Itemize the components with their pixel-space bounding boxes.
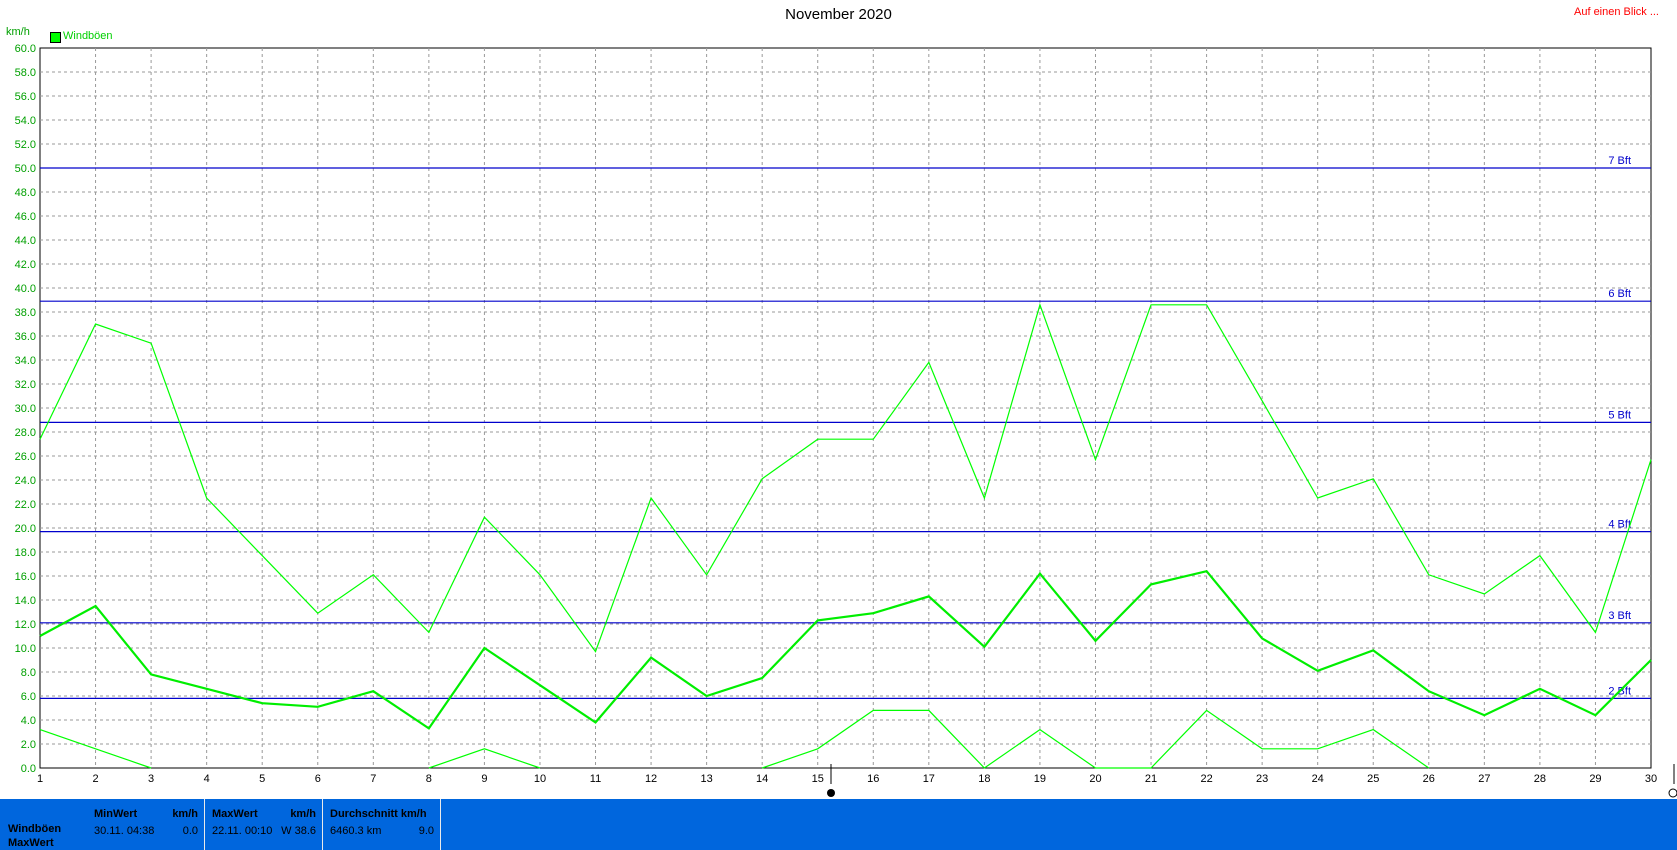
y-tick-label: 8.0 <box>21 667 36 679</box>
x-tick-label: 4 <box>204 773 210 785</box>
x-tick-label: 3 <box>148 773 154 785</box>
y-tick-label: 0.0 <box>21 763 36 775</box>
x-tick-label: 24 <box>1312 773 1324 785</box>
x-tick-label: 11 <box>590 773 601 785</box>
right-edge-marker-knob[interactable] <box>1668 788 1677 798</box>
y-tick-label: 50.0 <box>15 163 36 175</box>
y-tick-label: 10.0 <box>15 643 36 655</box>
x-tick-label: 1 <box>37 773 43 785</box>
x-tick-label: 23 <box>1256 773 1268 785</box>
min-value-cell: MinWert km/h 30.11. 04:38 0.0 <box>88 799 205 850</box>
y-tick-label: 38.0 <box>15 307 36 319</box>
x-tick-label: 8 <box>426 773 432 785</box>
y-tick-label: 26.0 <box>15 451 36 463</box>
x-tick-label: 9 <box>481 773 487 785</box>
y-tick-label: 2.0 <box>21 739 36 751</box>
max-value-cell: MaxWert km/h 22.11. 00:10 W 38.6 <box>206 799 323 850</box>
x-tick-label: 18 <box>978 773 990 785</box>
y-tick-label: 28.0 <box>15 427 36 439</box>
x-tick-label: 26 <box>1423 773 1435 785</box>
y-tick-label: 24.0 <box>15 475 36 487</box>
beaufort-label: 4 Bft <box>1608 519 1631 531</box>
y-tick-label: 44.0 <box>15 235 36 247</box>
y-tick-label: 42.0 <box>15 259 36 271</box>
y-tick-label: 14.0 <box>15 595 36 607</box>
avg-value-cell: Durchschnitt km/h 6460.3 km 9.0 <box>324 799 441 850</box>
y-tick-label: 18.0 <box>15 547 36 559</box>
chart-title: November 2020 <box>785 6 892 23</box>
max-unit: km/h <box>290 808 316 820</box>
y-tick-label: 32.0 <box>15 379 36 391</box>
y-tick-label: 48.0 <box>15 187 36 199</box>
max-time: 22.11. 00:10 <box>212 825 273 837</box>
y-tick-label: 46.0 <box>15 211 36 223</box>
avg-value: 9.0 <box>418 825 434 837</box>
y-tick-label: 54.0 <box>15 115 36 127</box>
x-tick-label: 19 <box>1034 773 1046 785</box>
x-tick-label: 27 <box>1478 773 1490 785</box>
legend-swatch <box>50 32 61 43</box>
avg-header: Durchschnitt km/h <box>330 808 427 820</box>
row-label-maxwert: MaxWert <box>8 837 54 849</box>
y-tick-label: 58.0 <box>15 67 36 79</box>
x-tick-label: 22 <box>1200 773 1212 785</box>
beaufort-label: 3 Bft <box>1608 610 1631 622</box>
y-tick-label: 4.0 <box>21 715 36 727</box>
x-tick-label: 5 <box>259 773 265 785</box>
min-time: 30.11. 04:38 <box>94 825 155 837</box>
x-tick-label: 16 <box>867 773 879 785</box>
y-tick-label: 36.0 <box>15 331 36 343</box>
y-tick-label: 12.0 <box>15 619 36 631</box>
max-header: MaxWert <box>212 808 258 820</box>
scroll-marker-knob[interactable] <box>827 789 835 797</box>
x-tick-label: 7 <box>370 773 376 785</box>
y-tick-label: 16.0 <box>15 571 36 583</box>
x-tick-label: 10 <box>534 773 546 785</box>
x-tick-label: 15 <box>812 773 824 785</box>
y-tick-label: 34.0 <box>15 355 36 367</box>
min-value: 0.0 <box>182 825 198 837</box>
beaufort-label: 7 Bft <box>1608 155 1631 167</box>
y-tick-label: 6.0 <box>21 691 36 703</box>
beaufort-label: 6 Bft <box>1608 288 1631 300</box>
y-axis-ticks: 0.0 2.0 4.0 6.0 8.0 10.0 12.0 14.0 16.0 18.0 20.0 2… <box>15 43 36 775</box>
x-tick-label: 21 <box>1145 773 1157 785</box>
y-tick-label: 60.0 <box>15 43 36 55</box>
x-tick-label: 30 <box>1645 773 1657 785</box>
y-tick-label: 22.0 <box>15 499 36 511</box>
x-tick-label: 14 <box>756 773 768 785</box>
y-tick-label: 20.0 <box>15 523 36 535</box>
legend-label: Windböen <box>63 30 113 42</box>
avg-distance: 6460.3 km <box>330 825 382 837</box>
x-tick-label: 17 <box>923 773 935 785</box>
wind-gust-chart: 7 Bft6 Bft5 Bft4 Bft3 Bft2 Bft 0.02.04.0… <box>15 43 1677 798</box>
y-tick-label: 56.0 <box>15 91 36 103</box>
x-tick-label: 29 <box>1589 773 1601 785</box>
x-tick-label: 2 <box>92 773 98 785</box>
y-tick-label: 40.0 <box>15 283 36 295</box>
x-tick-label: 25 <box>1367 773 1379 785</box>
y-tick-label: 52.0 <box>15 139 36 151</box>
x-tick-label: 28 <box>1534 773 1546 785</box>
x-tick-label: 12 <box>645 773 657 785</box>
x-tick-label: 20 <box>1089 773 1101 785</box>
x-axis-ticks: 1 2 3 4 5 6 7 8 9 10 11 12 13 14 15 16 17 18 19 20 21 22 23 24 2… <box>37 773 1657 785</box>
min-unit: km/h <box>172 808 198 820</box>
x-tick-label: 6 <box>315 773 321 785</box>
y-axis-unit: km/h <box>6 26 30 38</box>
y-tick-label: 30.0 <box>15 403 36 415</box>
overview-link[interactable]: Auf einen Blick ... <box>1574 6 1659 18</box>
min-header: MinWert <box>94 808 138 820</box>
row-label-windboeen: Windböen <box>8 823 62 835</box>
beaufort-label: 5 Bft <box>1608 409 1631 421</box>
max-value: W 38.6 <box>281 825 316 837</box>
x-tick-label: 13 <box>700 773 712 785</box>
